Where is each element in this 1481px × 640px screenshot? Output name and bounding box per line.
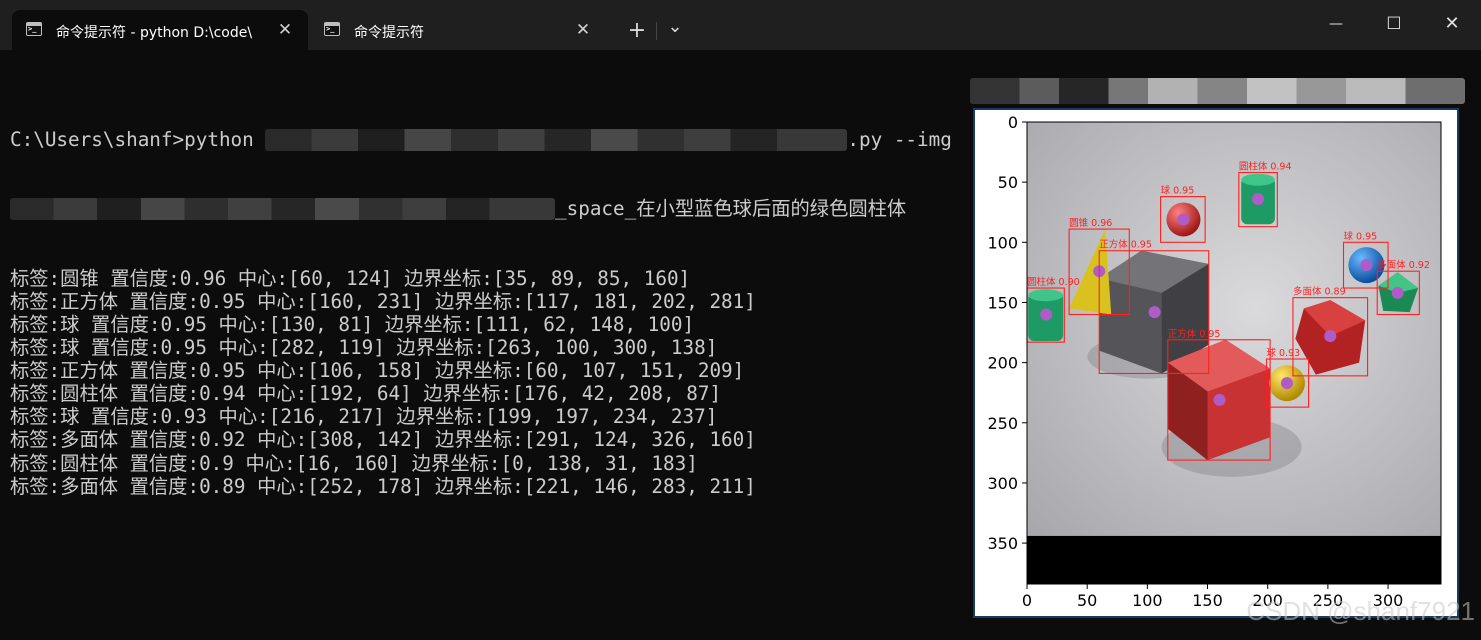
output-line: 标签:多面体 置信度:0.92 中心:[308, 142] 边界坐标:[291,… bbox=[10, 428, 756, 452]
detection-label: 圆柱体 0.94 bbox=[1239, 161, 1292, 173]
watermark: CSDN @shanf7921 bbox=[1246, 596, 1475, 626]
output-line: 标签:圆锥 置信度:0.96 中心:[60, 124] 边界坐标:[35, 89… bbox=[10, 266, 691, 290]
detection-center bbox=[1213, 393, 1226, 406]
output-line: 标签:正方体 置信度:0.95 中心:[160, 231] 边界坐标:[117,… bbox=[10, 289, 756, 313]
plot-figure: 圆锥 0.96 正方体 0.95 球 0.95 球 0.95 正方体 0.95 圆柱体 0… bbox=[987, 113, 1442, 610]
redacted-path bbox=[265, 129, 848, 152]
y-tick-label: 0 bbox=[1008, 113, 1018, 132]
output-line: 标签:球 置信度:0.93 中心:[216, 217] 边界坐标:[199, 1… bbox=[10, 405, 718, 429]
detection-label: 多面体 0.92 bbox=[1377, 259, 1430, 271]
terminal-icon bbox=[26, 22, 42, 36]
output-line: 标签:球 置信度:0.95 中心:[130, 81] 边界坐标:[111, 62… bbox=[10, 312, 695, 336]
detection-center bbox=[1324, 330, 1337, 343]
detection-label: 圆锥 0.96 bbox=[1069, 217, 1112, 229]
tab-close-button[interactable]: ✕ bbox=[572, 19, 594, 41]
minimize-button[interactable]: — bbox=[1307, 0, 1365, 48]
green-cylinder-top bbox=[1241, 173, 1275, 186]
redacted-image-path bbox=[970, 78, 1465, 104]
terminal-icon bbox=[324, 22, 340, 36]
scene-image bbox=[1027, 122, 1441, 584]
tab-python[interactable]: 命令提示符 - python D:\code\ ✕ bbox=[12, 10, 308, 50]
detection-label: 多面体 0.89 bbox=[1293, 286, 1346, 298]
console-output[interactable]: C:\Users\shanf>python .py --img _space_在… bbox=[10, 82, 970, 521]
detection-center bbox=[1148, 306, 1161, 319]
command-line-wrap: _space_在小型蓝色球后面的绿色圆柱体 bbox=[10, 197, 970, 221]
title-bar: 命令提示符 - python D:\code\ ✕ 命令提示符 ✕ + ⌄ — … bbox=[0, 0, 1481, 50]
image-padding bbox=[1027, 535, 1441, 584]
image-name-tail: _space_在小型蓝色球后面的绿色圆柱体 bbox=[555, 197, 907, 221]
detection-center bbox=[1177, 213, 1190, 226]
output-line: 标签:球 置信度:0.95 中心:[282, 119] 边界坐标:[263, 1… bbox=[10, 336, 718, 360]
x-tick-label: 100 bbox=[1132, 591, 1163, 610]
detection-center bbox=[1252, 193, 1265, 205]
tab-cmd[interactable]: 命令提示符 ✕ bbox=[310, 10, 606, 50]
output-line: 标签:圆柱体 置信度:0.9 中心:[16, 160] 边界坐标:[0, 138… bbox=[10, 451, 698, 475]
y-tick-label: 300 bbox=[987, 474, 1018, 493]
command-line: C:\Users\shanf>python .py --img bbox=[10, 128, 970, 152]
output-line: 标签:多面体 置信度:0.89 中心:[252, 178] 边界坐标:[221,… bbox=[10, 474, 756, 498]
new-tab-button[interactable]: + bbox=[622, 14, 652, 48]
y-tick-label: 200 bbox=[987, 354, 1018, 373]
detection-label: 球 0.93 bbox=[1266, 347, 1300, 359]
output-line: 标签:圆柱体 置信度:0.94 中心:[192, 64] 边界坐标:[176, … bbox=[10, 382, 722, 406]
y-tick-label: 100 bbox=[987, 233, 1018, 252]
detection-label: 正方体 0.95 bbox=[1099, 239, 1152, 251]
x-tick-label: 0 bbox=[1022, 591, 1032, 610]
close-button[interactable]: ✕ bbox=[1423, 0, 1481, 48]
output-line: 标签:正方体 置信度:0.95 中心:[106, 158] 边界坐标:[60, … bbox=[10, 359, 745, 383]
tab-title: 命令提示符 bbox=[354, 25, 424, 41]
green-cylinder-top bbox=[1028, 289, 1064, 302]
y-tick-label: 250 bbox=[987, 414, 1018, 433]
y-tick-label: 150 bbox=[987, 293, 1018, 312]
tab-title: 命令提示符 - python D:\code\ bbox=[56, 25, 253, 41]
detection-label: 圆柱体 0.90 bbox=[1027, 276, 1080, 288]
x-tick-label: 150 bbox=[1192, 591, 1223, 610]
maximize-button[interactable]: ☐ bbox=[1365, 0, 1423, 48]
prompt-text: C:\Users\shanf>python bbox=[10, 128, 266, 152]
detection-center bbox=[1040, 308, 1053, 321]
tab-divider bbox=[656, 22, 657, 40]
detection-center bbox=[1360, 259, 1373, 272]
command-args: .py --img bbox=[847, 128, 964, 152]
detection-label: 正方体 0.95 bbox=[1168, 328, 1221, 340]
detection-center bbox=[1391, 286, 1404, 299]
x-tick-label: 50 bbox=[1077, 591, 1097, 610]
chevron-down-icon[interactable]: ⌄ bbox=[660, 10, 690, 44]
redacted-path bbox=[10, 198, 555, 221]
detection-label: 球 0.95 bbox=[1161, 185, 1195, 197]
tab-close-button[interactable]: ✕ bbox=[274, 19, 296, 41]
detection-label: 球 0.95 bbox=[1344, 230, 1378, 242]
y-tick-label: 50 bbox=[998, 173, 1018, 192]
detection-center bbox=[1280, 377, 1293, 390]
y-tick-label: 350 bbox=[987, 534, 1018, 553]
plot-window[interactable]: 圆锥 0.96 正方体 0.95 球 0.95 球 0.95 正方体 0.95 圆柱体 0… bbox=[973, 108, 1459, 618]
